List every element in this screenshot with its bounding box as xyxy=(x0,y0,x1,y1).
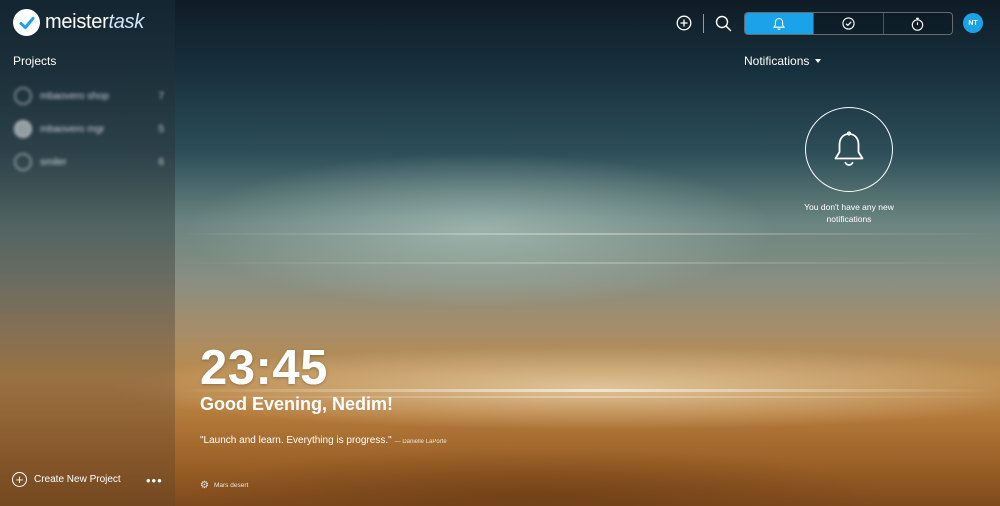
user-avatar[interactable]: NT xyxy=(963,13,983,33)
project-circle-icon xyxy=(14,87,32,105)
projects-heading: Projects xyxy=(13,54,57,68)
bell-icon xyxy=(834,130,864,166)
create-project-label: Create New Project xyxy=(34,474,121,485)
project-item[interactable]: mbaovero mgr 5 xyxy=(14,119,164,139)
plus-circle-icon xyxy=(676,15,692,31)
project-count: 5 xyxy=(158,123,164,135)
caret-down-icon xyxy=(815,59,822,63)
project-item[interactable]: mbaovero shop 7 xyxy=(14,86,164,106)
greeting-text: Good Evening, Nedim! xyxy=(200,394,394,414)
background-info[interactable]: ⚙ Mars desert xyxy=(200,480,248,491)
empty-notifications-illustration xyxy=(805,107,893,192)
project-name: mbaovero shop xyxy=(40,90,109,102)
tab-tasks[interactable] xyxy=(813,13,882,34)
tab-time-tracking[interactable] xyxy=(882,13,952,34)
project-name: mbaovero mgr xyxy=(40,123,105,135)
panel-tab-group xyxy=(744,12,953,35)
project-circle-icon xyxy=(14,153,32,171)
project-name: smiler xyxy=(40,156,67,168)
check-circle-icon xyxy=(842,17,855,30)
toolbar-divider xyxy=(703,14,704,33)
create-project-button[interactable]: + Create New Project xyxy=(12,472,121,487)
sidebar: meistertask Projects mbaovero shop 7 mba… xyxy=(0,0,175,506)
plus-icon: + xyxy=(12,472,27,487)
more-options-button[interactable]: ••• xyxy=(146,473,163,488)
logo-wordmark: meistertask xyxy=(45,11,144,33)
notifications-dropdown[interactable]: Notifications xyxy=(744,54,822,68)
project-count: 7 xyxy=(158,90,164,102)
empty-notifications-text: You don't have any new notifications xyxy=(804,202,894,224)
project-item[interactable]: smiler 6 xyxy=(14,152,164,172)
tab-notifications[interactable] xyxy=(745,13,814,34)
project-count: 6 xyxy=(158,156,164,168)
search-icon xyxy=(715,15,731,31)
quote-text: "Launch and learn. Everything is progres… xyxy=(200,435,392,446)
stopwatch-icon xyxy=(912,17,924,31)
app-logo[interactable]: meistertask xyxy=(13,9,144,36)
quote-author: — Danielle LaPorte xyxy=(394,439,447,445)
notifications-title: Notifications xyxy=(744,54,810,68)
daily-quote: "Launch and learn. Everything is progres… xyxy=(200,435,447,446)
gear-icon: ⚙ xyxy=(200,480,209,491)
add-button[interactable] xyxy=(675,14,693,32)
search-button[interactable] xyxy=(714,14,732,32)
clock-time: 23:45 xyxy=(200,341,328,395)
bell-icon xyxy=(773,17,786,30)
checkmark-logo-icon xyxy=(13,9,40,36)
project-circle-icon xyxy=(14,120,32,138)
background-name: Mars desert xyxy=(213,482,249,489)
